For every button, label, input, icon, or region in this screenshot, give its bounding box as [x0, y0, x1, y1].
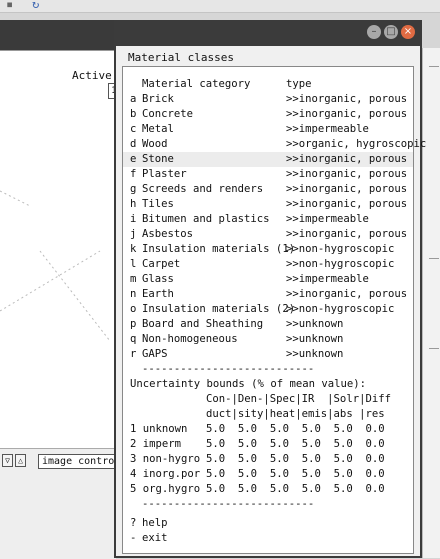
material-item-non-homogeneous[interactable]: q Non-homogeneous >>unknown [130, 332, 412, 347]
separator-line: --------------------------- [142, 498, 315, 510]
uncertainty-row-org-hygro[interactable]: 5 org.hygro 5.0 5.0 5.0 5.0 5.0 0.0 [130, 482, 412, 497]
refresh-icon[interactable]: ↻ [32, 0, 39, 11]
material-item-carpet[interactable]: l Carpet >>non-hygroscopic [130, 257, 412, 272]
scroll-down-button[interactable]: ▽ [2, 454, 13, 467]
uncertainty-header-2: duct|sity|heat|emis|abs |res [206, 408, 385, 420]
uncertainty-title: Uncertainty bounds (% of mean value): [130, 378, 366, 390]
panel-tick [429, 66, 439, 67]
canvas-wireframe [0, 190, 111, 342]
uncertainty-row-inorg-por[interactable]: 4 inorg.por 5.0 5.0 5.0 5.0 5.0 0.0 [130, 467, 412, 482]
separator-line: --------------------------- [142, 363, 315, 375]
panel-tick [429, 348, 439, 349]
material-item-earth[interactable]: n Earth >>inorganic, porous [130, 287, 412, 302]
uncertainty-row-unknown[interactable]: 1 unknown 5.0 5.0 5.0 5.0 5.0 0.0 [130, 422, 412, 437]
canvas-controls: ▽ △ image contro [0, 448, 123, 559]
header-category: Material category [142, 78, 251, 90]
background-panel-header [0, 20, 116, 50]
window-title: Material classes [128, 51, 234, 64]
header-type: type [286, 78, 312, 90]
material-classes-window: – □ × Material classes Material category… [114, 20, 426, 558]
close-button[interactable]: × [401, 25, 415, 39]
maximize-button[interactable]: □ [384, 25, 398, 39]
app-toolbar: ▪ ↻ [0, 0, 440, 13]
material-item-metal[interactable]: c Metal >>impermeable [130, 122, 412, 137]
material-item-glass[interactable]: m Glass >>impermeable [130, 272, 412, 287]
minimize-button[interactable]: – [367, 25, 381, 39]
list-header: Material category type [130, 77, 412, 92]
material-list-panel: Material category type a Brick >>inorganic,… [122, 66, 426, 554]
material-item-tiles[interactable]: h Tiles >>inorganic, porous [130, 197, 412, 212]
uncertainty-row-non-hygro[interactable]: 3 non-hygro 5.0 5.0 5.0 5.0 5.0 0.0 [130, 452, 412, 467]
material-item-screeds[interactable]: g Screeds and renders >>inorganic, porous [130, 182, 412, 197]
active-label: Active [72, 69, 112, 82]
drawing-canvas[interactable]: Active 1 [0, 50, 120, 449]
material-item-brick[interactable]: a Brick >>inorganic, porous [130, 92, 412, 107]
exit-item[interactable]: - exit [130, 531, 412, 546]
window-titlebar[interactable]: – □ × [114, 20, 422, 46]
material-item-gaps[interactable]: r GAPS >>unknown [130, 347, 412, 362]
material-item-stone[interactable]: e Stone >>inorganic, porous [123, 152, 413, 167]
material-item-asbestos[interactable]: j Asbestos >>inorganic, porous [130, 227, 412, 242]
material-item-insulation-1[interactable]: k Insulation materials (1)>>non-hygroscop… [130, 242, 412, 257]
material-item-concrete[interactable]: b Concrete >>inorganic, porous [130, 107, 412, 122]
toolbar-icon[interactable]: ▪ [6, 0, 13, 11]
material-item-bitumen[interactable]: i Bitumen and plastics >>impermeable [130, 212, 412, 227]
help-item[interactable]: ? help [130, 516, 412, 531]
material-item-plaster[interactable]: f Plaster >>inorganic, porous [130, 167, 412, 182]
uncertainty-header-1: Con-|Den-|Spec|IR |Solr|Diff [206, 393, 391, 405]
uncertainty-row-imperm[interactable]: 2 imperm 5.0 5.0 5.0 5.0 5.0 0.0 [130, 437, 412, 452]
material-item-insulation-2[interactable]: o Insulation materials (2)>>non-hygroscop… [130, 302, 412, 317]
window-content: Material classes Material category type a… [116, 46, 426, 556]
material-item-wood[interactable]: d Wood >>organic, hygroscopic [130, 137, 426, 152]
panel-tick [429, 258, 439, 259]
material-item-board[interactable]: p Board and Sheathing >>unknown [130, 317, 412, 332]
scroll-up-button[interactable]: △ [15, 454, 26, 467]
image-control-field[interactable]: image contro [38, 454, 123, 469]
right-scroll-panel [422, 48, 440, 558]
